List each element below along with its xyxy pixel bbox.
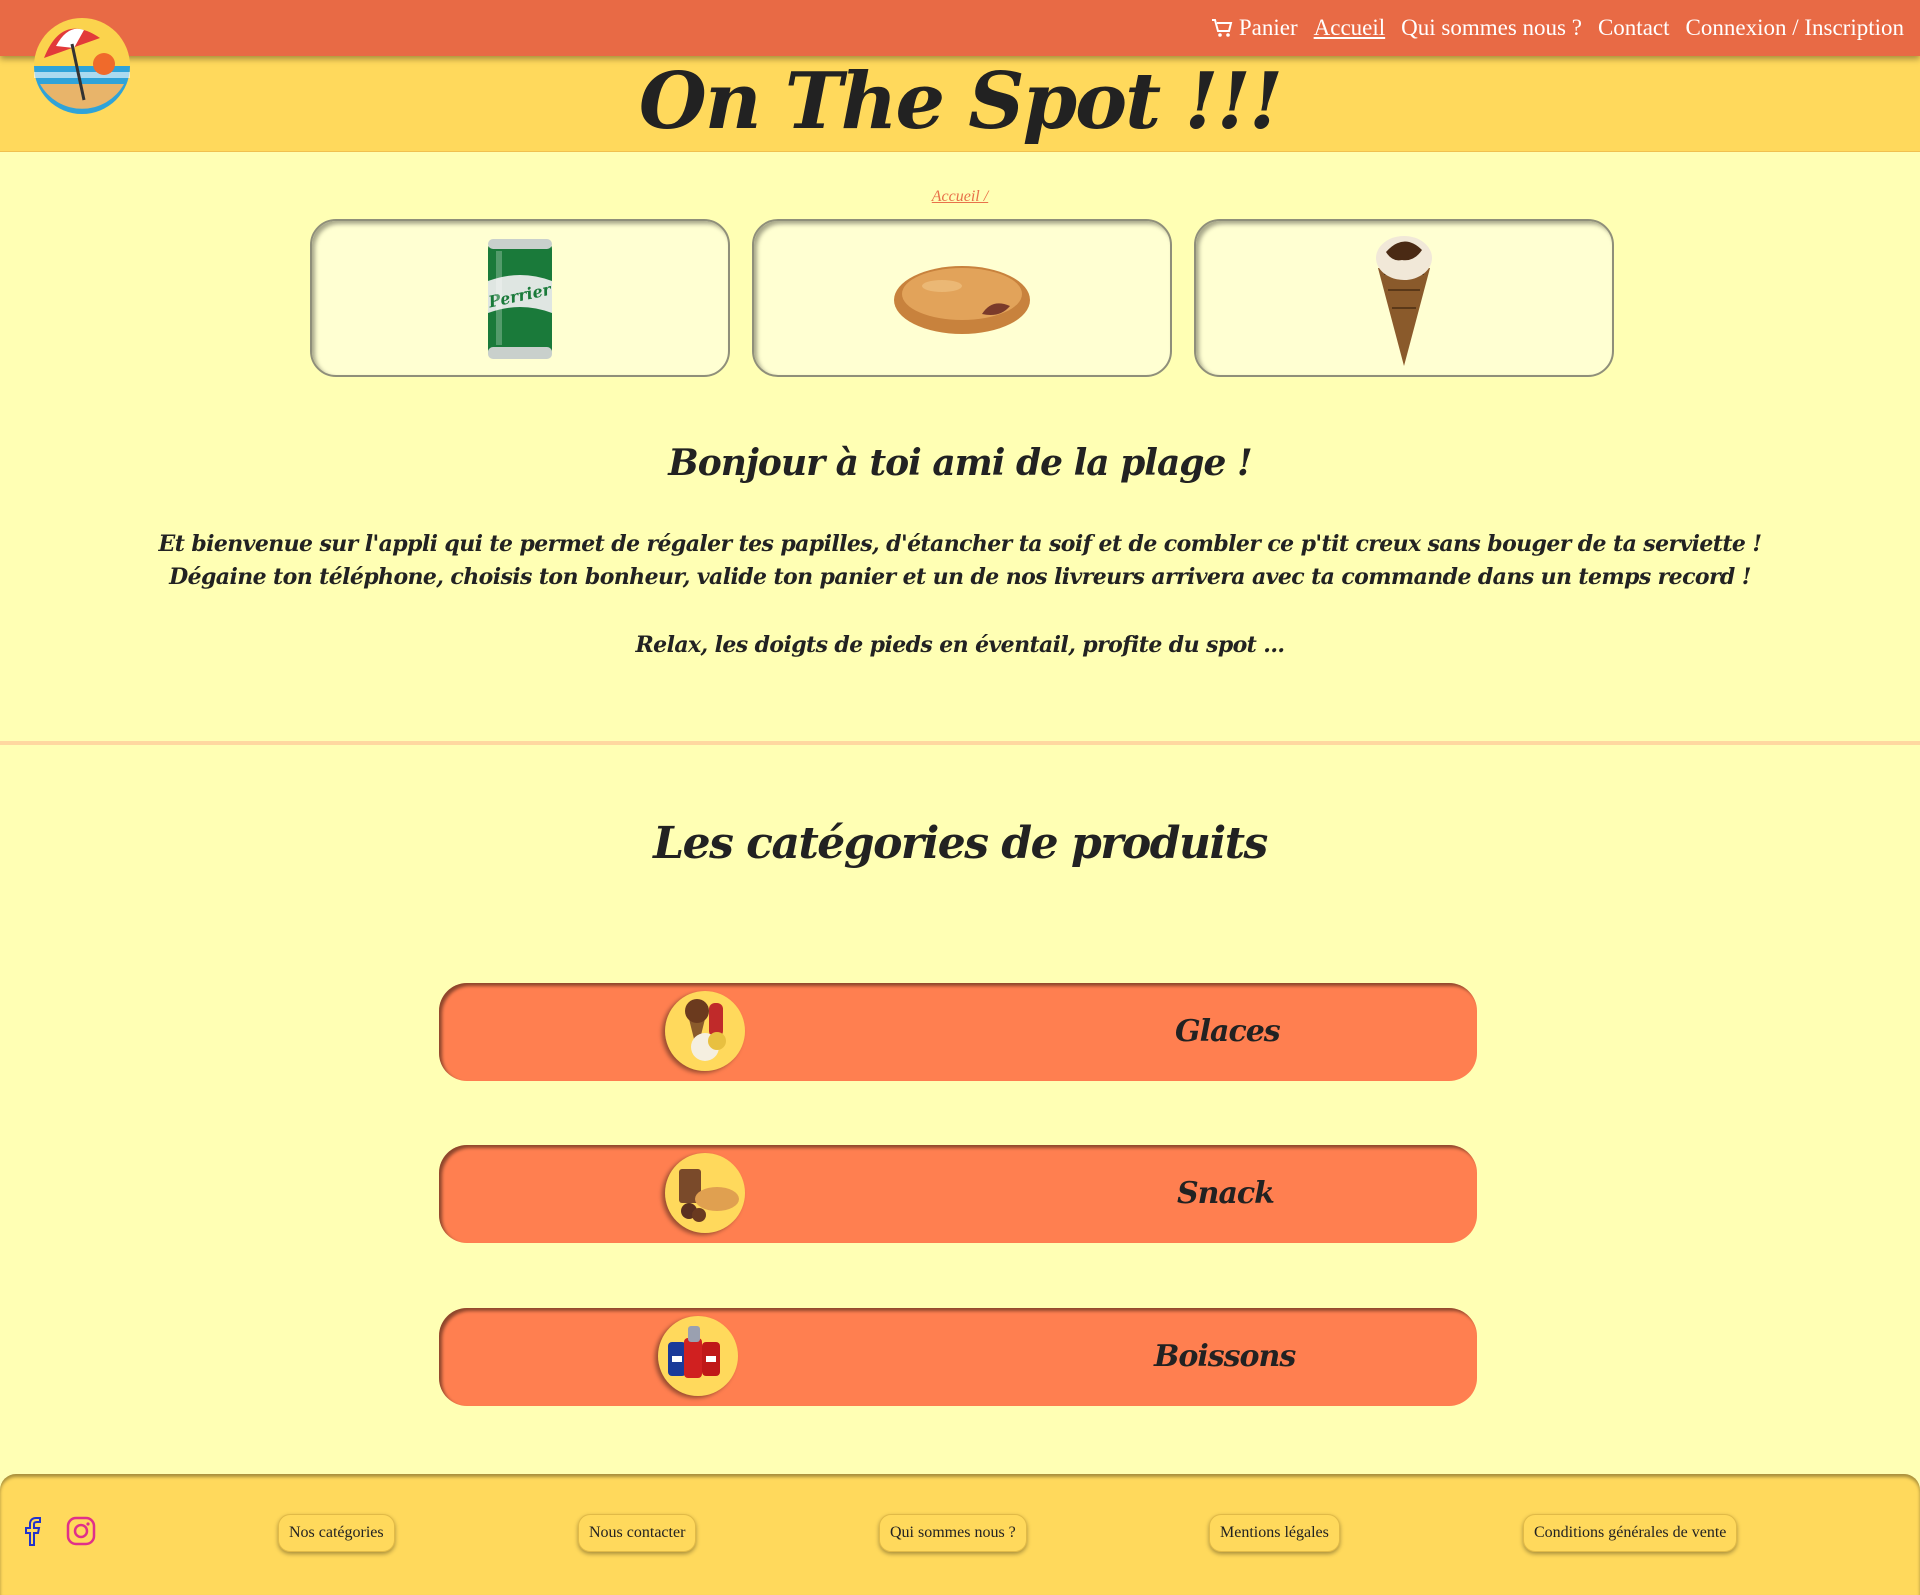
category-label: Snack <box>1177 1176 1275 1211</box>
nav-cart-link[interactable]: Panier <box>1211 15 1298 41</box>
category-label: Glaces <box>1175 1014 1281 1049</box>
category-snack[interactable]: Snack <box>439 1145 1477 1243</box>
footer-terms-button[interactable]: Conditions générales de vente <box>1523 1514 1738 1552</box>
featured-products: Perrier <box>310 219 1614 377</box>
boissons-thumbnail <box>658 1316 738 1396</box>
category-label: Boissons <box>1154 1339 1296 1374</box>
footer-contact-button[interactable]: Nous contacter <box>578 1514 697 1552</box>
footer-categories-button[interactable]: Nos catégories <box>278 1514 395 1552</box>
footer: Nos catégories Nous contacter Qui sommes… <box>0 1474 1920 1595</box>
nav-about-link[interactable]: Qui sommes nous ? <box>1401 15 1582 41</box>
facebook-icon[interactable] <box>20 1516 46 1546</box>
category-glaces[interactable]: Glaces <box>439 983 1477 1081</box>
ice-cream-cone-image <box>1376 236 1432 366</box>
site-title: On The Spot !!! <box>638 56 1283 147</box>
donut-image <box>894 266 1030 334</box>
intro-title: Bonjour à toi ami de la plage ! <box>668 442 1252 484</box>
nav-contact-link[interactable]: Contact <box>1598 15 1670 41</box>
instagram-icon[interactable] <box>66 1516 96 1546</box>
intro-text: Et bienvenue sur l'appli qui te permet d… <box>158 531 1762 590</box>
social-links <box>20 1516 96 1546</box>
categories-title: Les catégories de produits <box>653 818 1268 869</box>
nav-home-link[interactable]: Accueil <box>1314 15 1386 41</box>
category-boissons[interactable]: Boissons <box>439 1308 1477 1406</box>
cart-icon <box>1211 19 1233 37</box>
top-nav-bar: Panier Accueil Qui sommes nous ? Contact… <box>0 0 1920 56</box>
beach-umbrella-logo[interactable] <box>34 18 130 114</box>
snack-thumbnail <box>665 1153 745 1233</box>
nav-cart-label: Panier <box>1238 15 1298 40</box>
glaces-thumbnail <box>665 991 745 1071</box>
main-nav: Panier Accueil Qui sommes nous ? Contact… <box>1211 0 1904 56</box>
product-card-donut[interactable] <box>752 219 1172 377</box>
footer-legal-button[interactable]: Mentions légales <box>1209 1514 1340 1552</box>
perrier-can-image: Perrier <box>486 239 554 359</box>
section-divider <box>0 741 1920 745</box>
nav-login-link[interactable]: Connexion / Inscription <box>1686 15 1904 41</box>
footer-about-button[interactable]: Qui sommes nous ? <box>879 1514 1027 1552</box>
product-card-ice-cream[interactable] <box>1194 219 1614 377</box>
breadcrumb[interactable]: Accueil / <box>0 188 1920 206</box>
intro-relax-text: Relax, les doigts de pieds en éventail, … <box>635 632 1286 658</box>
product-card-perrier[interactable]: Perrier <box>310 219 730 377</box>
